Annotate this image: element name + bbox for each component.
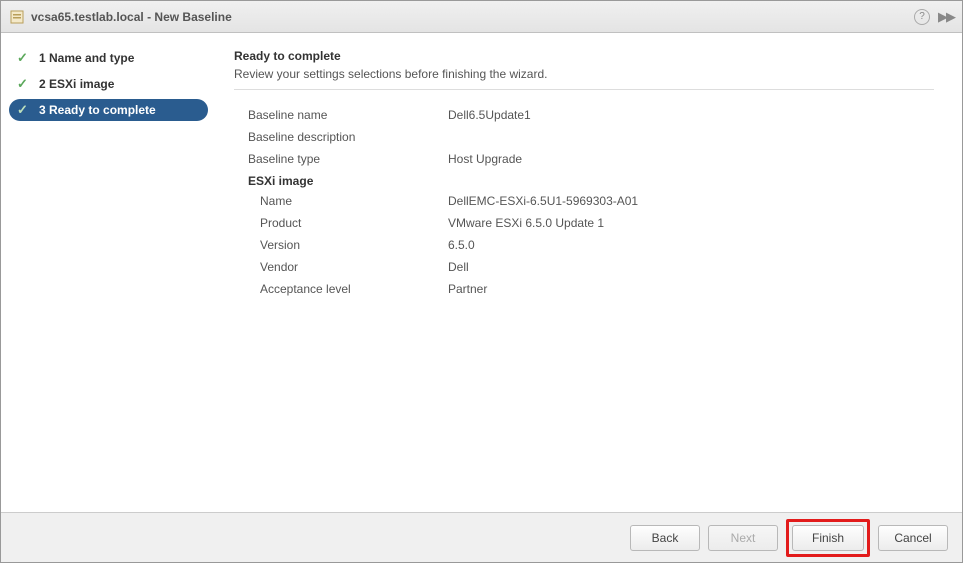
divider: [234, 89, 934, 90]
window-icon: [9, 9, 25, 25]
content-subtitle: Review your settings selections before f…: [234, 67, 934, 81]
checkmark-icon: ✓: [17, 102, 29, 118]
field-image-product: Product VMware ESXi 6.5.0 Update 1: [260, 214, 934, 232]
baseline-fields: Baseline name Dell6.5Update1 Baseline de…: [234, 106, 934, 168]
step-label: 2 ESXi image: [39, 77, 114, 91]
field-value: Partner: [448, 280, 487, 298]
field-image-name: Name DellEMC-ESXi-6.5U1-5969303-A01: [260, 192, 934, 210]
field-baseline-name: Baseline name Dell6.5Update1: [248, 106, 934, 124]
field-label: Version: [260, 236, 448, 254]
main-content: Ready to complete Review your settings s…: [216, 33, 962, 512]
esxi-image-fields: Name DellEMC-ESXi-6.5U1-5969303-A01 Prod…: [234, 192, 934, 298]
finish-button[interactable]: Finish: [792, 525, 864, 551]
step-ready-to-complete[interactable]: ✓ 3 Ready to complete: [9, 99, 208, 121]
field-baseline-description: Baseline description: [248, 128, 934, 146]
content-title: Ready to complete: [234, 49, 934, 63]
field-label: Baseline type: [248, 150, 448, 168]
esxi-image-header: ESXi image: [248, 174, 934, 188]
field-label: Vendor: [260, 258, 448, 276]
expand-icon[interactable]: ▶▶: [938, 9, 954, 25]
field-image-version: Version 6.5.0: [260, 236, 934, 254]
field-value: VMware ESXi 6.5.0 Update 1: [448, 214, 604, 232]
help-icon[interactable]: ?: [914, 9, 930, 25]
checkmark-icon: ✓: [17, 50, 29, 66]
field-label: Acceptance level: [260, 280, 448, 298]
field-label: Product: [260, 214, 448, 232]
checkmark-icon: ✓: [17, 76, 29, 92]
field-baseline-type: Baseline type Host Upgrade: [248, 150, 934, 168]
step-label: 3 Ready to complete: [39, 103, 156, 117]
window-title: vcsa65.testlab.local - New Baseline: [31, 10, 914, 24]
field-image-vendor: Vendor Dell: [260, 258, 934, 276]
step-esxi-image[interactable]: ✓ 2 ESXi image: [9, 73, 208, 95]
step-name-and-type[interactable]: ✓ 1 Name and type: [9, 47, 208, 69]
field-label: Baseline description: [248, 128, 448, 146]
field-value: Dell: [448, 258, 469, 276]
back-button[interactable]: Back: [630, 525, 700, 551]
step-label: 1 Name and type: [39, 51, 134, 65]
field-value: DellEMC-ESXi-6.5U1-5969303-A01: [448, 192, 638, 210]
body-area: ✓ 1 Name and type ✓ 2 ESXi image ✓ 3 Rea…: [1, 33, 962, 512]
finish-button-highlight: Finish: [786, 519, 870, 557]
field-value: Dell6.5Update1: [448, 106, 531, 124]
next-button: Next: [708, 525, 778, 551]
field-label: Baseline name: [248, 106, 448, 124]
field-image-acceptance-level: Acceptance level Partner: [260, 280, 934, 298]
titlebar: vcsa65.testlab.local - New Baseline ? ▶▶: [1, 1, 962, 33]
cancel-button[interactable]: Cancel: [878, 525, 948, 551]
wizard-sidebar: ✓ 1 Name and type ✓ 2 ESXi image ✓ 3 Rea…: [1, 33, 216, 512]
footer: Back Next Finish Cancel: [1, 512, 962, 562]
field-label: Name: [260, 192, 448, 210]
field-value: 6.5.0: [448, 236, 475, 254]
field-value: Host Upgrade: [448, 150, 522, 168]
